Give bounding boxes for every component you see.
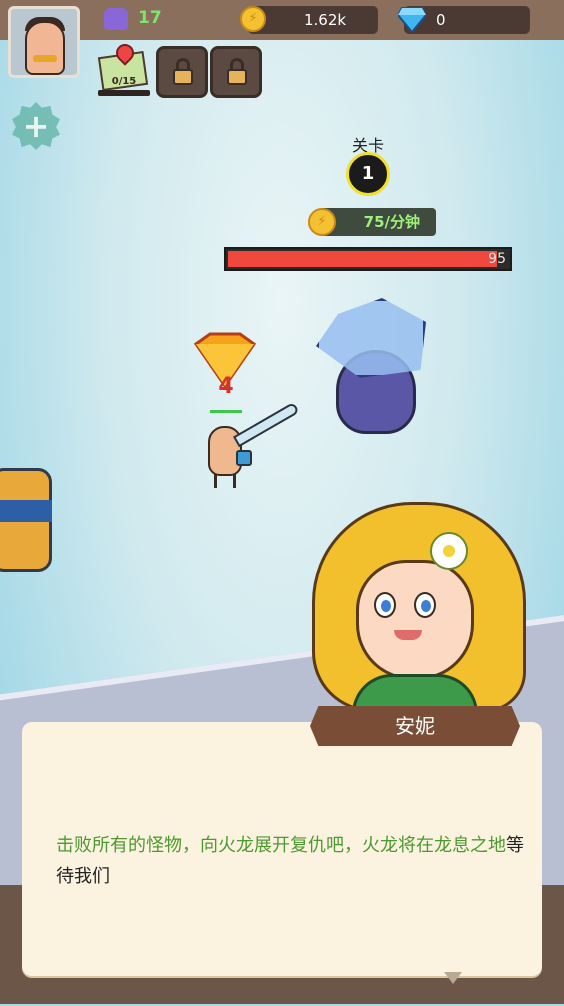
enemy-hp-bar: 95 [224,247,512,271]
lock-body [227,69,247,85]
sword-hilt [236,450,252,466]
chest-band [0,500,52,522]
power-value: 17 [138,8,162,28]
level-number: 1 [346,152,390,196]
player-avatar[interactable] [8,6,80,78]
gold-coin-icon: ⚡ [240,6,266,32]
add-button[interactable]: + [8,98,64,154]
continue-arrow-icon[interactable] [444,972,462,984]
ice-crystal-shell [316,298,426,378]
map-progress-text: 0/15 [111,76,137,87]
hero-level: 4 [218,374,234,399]
ice-crow-monster[interactable] [316,298,440,448]
flower-icon [430,532,468,570]
enemy-hp-value: 95 [488,251,506,267]
income-coin-icon: ⚡ [308,208,336,236]
locked-feature-button-1[interactable] [156,46,208,98]
power-fist-icon [104,8,128,30]
plus-icon: + [22,107,50,145]
hero-legs [214,474,236,488]
locked-feature-button-2[interactable] [210,46,262,98]
gem-value: 0 [436,11,446,29]
gold-value: 1.62k [304,11,347,29]
dialog-text-part-2: 龙息之地 [434,835,506,856]
avatar-face [25,21,65,75]
speaker-name: 安妮 [310,706,520,746]
avatar-mustache [33,55,57,62]
npc-annie-portrait [312,502,526,722]
map-progress-bar [98,90,150,96]
gold-counter[interactable]: 1.62k [248,6,378,34]
hero-hp-bar [210,410,242,413]
diamond-icon [398,7,426,32]
npc-eye-left [374,592,396,618]
npc-face [356,560,474,680]
dialog-text-part-1: 击败所有的怪物，向火龙展开复仇吧，火龙将在 [56,835,434,856]
world-map-button[interactable]: 0/15 [97,40,150,98]
dialog-text: 击败所有的怪物，向火龙展开复仇吧，火龙将在龙息之地等待我们 [56,830,526,892]
enemy-hp-fill [228,251,497,267]
npc-eye-right [414,592,436,618]
lock-body [173,69,193,85]
